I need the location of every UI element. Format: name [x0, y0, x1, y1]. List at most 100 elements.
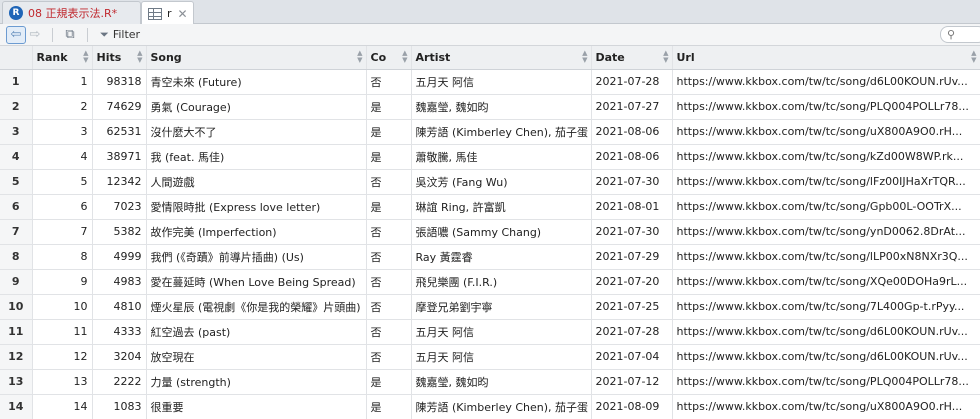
column-header-rank[interactable]: Rank ▲ ▼: [32, 46, 93, 70]
row-number-cell[interactable]: 10: [0, 294, 33, 320]
cell-song[interactable]: 勇氣 (Courage): [146, 94, 367, 120]
cell-artist[interactable]: 摩登兄弟劉宇寧: [411, 294, 592, 320]
row-number-cell[interactable]: 4: [0, 144, 33, 170]
cell-date[interactable]: 2021-07-29: [591, 244, 673, 270]
cell-hits[interactable]: 12342: [92, 169, 147, 195]
cell-url[interactable]: https://www.kkbox.com/tw/tc/song/lFz00IJ…: [672, 169, 980, 195]
column-header-date[interactable]: Date ▲ ▼: [591, 46, 673, 70]
cell-url[interactable]: https://www.kkbox.com/tw/tc/song/Gpb00L-…: [672, 194, 980, 220]
cell-rank[interactable]: 4: [32, 144, 93, 170]
table-row[interactable]: 1 1 98318 青空未來 (Future) 否五月天 阿信 2021-07-28 htt…: [0, 69, 980, 95]
cell-date[interactable]: 2021-07-04: [591, 344, 673, 370]
cell-url[interactable]: https://www.kkbox.com/tw/tc/song/d6L00KO…: [672, 319, 980, 345]
cell-artist[interactable]: 魏嘉瑩, 魏如昀: [411, 369, 592, 395]
cell-date[interactable]: 2021-07-28: [591, 69, 673, 95]
search-input[interactable]: ⚲: [940, 26, 980, 43]
cell-hits[interactable]: 7023: [92, 194, 147, 220]
cell-artist[interactable]: Ray 黃霆睿: [411, 244, 592, 270]
table-row[interactable]: 13 13 2222 力量 (strength) 是魏嘉瑩, 魏如昀 2021-07-12…: [0, 369, 980, 395]
cell-rank[interactable]: 11: [32, 319, 93, 345]
row-number-cell[interactable]: 9: [0, 269, 33, 295]
cell-hits[interactable]: 2222: [92, 369, 147, 395]
cell-date[interactable]: 2021-07-27: [591, 94, 673, 120]
table-row[interactable]: 5 5 12342 人間遊戲否吳汶芳 (Fang Wu) 2021-07-30 https…: [0, 169, 980, 195]
back-arrow-icon[interactable]: ⇦: [6, 25, 26, 44]
cell-hits[interactable]: 5382: [92, 219, 147, 245]
cell-co[interactable]: 是: [366, 194, 412, 220]
cell-hits[interactable]: 4810: [92, 294, 147, 320]
cell-rank[interactable]: 5: [32, 169, 93, 195]
close-tab-icon[interactable]: ✕: [178, 7, 188, 21]
row-number-cell[interactable]: 13: [0, 369, 33, 395]
cell-artist[interactable]: 陳芳語 (Kimberley Chen), 茄子蛋: [411, 119, 592, 145]
row-number-cell[interactable]: 7: [0, 219, 33, 245]
cell-rank[interactable]: 9: [32, 269, 93, 295]
cell-co[interactable]: 否: [366, 294, 412, 320]
cell-artist[interactable]: 張語噥 (Sammy Chang): [411, 219, 592, 245]
cell-date[interactable]: 2021-08-06: [591, 144, 673, 170]
cell-rank[interactable]: 13: [32, 369, 93, 395]
column-header-url[interactable]: Url ▲ ▼: [672, 46, 980, 70]
cell-co[interactable]: 否: [366, 344, 412, 370]
row-number-cell[interactable]: 8: [0, 244, 33, 270]
table-row[interactable]: 6 6 7023 愛情限時批 (Express love letter) 是琳誼 Rin…: [0, 194, 980, 220]
table-row[interactable]: 9 9 4983 愛在蔓延時 (When Love Being Spread) 否飛兒樂…: [0, 269, 980, 295]
cell-co[interactable]: 否: [366, 269, 412, 295]
cell-url[interactable]: https://www.kkbox.com/tw/tc/song/d6L00KO…: [672, 344, 980, 370]
cell-date[interactable]: 2021-07-30: [591, 169, 673, 195]
cell-hits[interactable]: 4333: [92, 319, 147, 345]
cell-date[interactable]: 2021-07-28: [591, 319, 673, 345]
cell-date[interactable]: 2021-08-01: [591, 194, 673, 220]
cell-hits[interactable]: 38971: [92, 144, 147, 170]
cell-song[interactable]: 我 (feat. 馬佳): [146, 144, 367, 170]
row-number-cell[interactable]: 6: [0, 194, 33, 220]
table-row[interactable]: 11 11 4333 紅空過去 (past) 否五月天 阿信 2021-07-28 http…: [0, 319, 980, 345]
cell-rank[interactable]: 10: [32, 294, 93, 320]
cell-co[interactable]: 否: [366, 169, 412, 195]
cell-artist[interactable]: 琳誼 Ring, 許富凱: [411, 194, 592, 220]
cell-song[interactable]: 放空現在: [146, 344, 367, 370]
cell-co[interactable]: 否: [366, 219, 412, 245]
table-row[interactable]: 7 7 5382 故作完美 (Imperfection) 否張語噥 (Sammy Cha…: [0, 219, 980, 245]
cell-url[interactable]: https://www.kkbox.com/tw/tc/song/kZd00W8…: [672, 144, 980, 170]
popout-window-icon[interactable]: ⧉: [61, 26, 79, 44]
row-number-cell[interactable]: 14: [0, 394, 33, 419]
cell-date[interactable]: 2021-08-06: [591, 119, 673, 145]
cell-date[interactable]: 2021-07-25: [591, 294, 673, 320]
cell-hits[interactable]: 4983: [92, 269, 147, 295]
cell-co[interactable]: 否: [366, 69, 412, 95]
cell-co[interactable]: 否: [366, 319, 412, 345]
cell-url[interactable]: https://www.kkbox.com/tw/tc/song/uX800A9…: [672, 394, 980, 419]
cell-hits[interactable]: 62531: [92, 119, 147, 145]
cell-url[interactable]: https://www.kkbox.com/tw/tc/song/ynD0062…: [672, 219, 980, 245]
cell-rank[interactable]: 6: [32, 194, 93, 220]
forward-arrow-icon[interactable]: ⇨: [26, 26, 44, 44]
cell-song[interactable]: 紅空過去 (past): [146, 319, 367, 345]
cell-hits[interactable]: 1083: [92, 394, 147, 419]
cell-song[interactable]: 力量 (strength): [146, 369, 367, 395]
row-number-cell[interactable]: 11: [0, 319, 33, 345]
cell-rank[interactable]: 14: [32, 394, 93, 419]
row-number-cell[interactable]: 2: [0, 94, 33, 120]
cell-artist[interactable]: 魏嘉瑩, 魏如昀: [411, 94, 592, 120]
table-row[interactable]: 8 8 4999 我們 (《奇蹟》前導片插曲) (Us) 否 Ray 黃霆睿 2021-07…: [0, 244, 980, 270]
cell-url[interactable]: https://www.kkbox.com/tw/tc/song/lLP00xN…: [672, 244, 980, 270]
cell-artist[interactable]: 飛兒樂團 (F.I.R.): [411, 269, 592, 295]
cell-url[interactable]: https://www.kkbox.com/tw/tc/song/XQe00DO…: [672, 269, 980, 295]
row-number-cell[interactable]: 3: [0, 119, 33, 145]
cell-artist[interactable]: 吳汶芳 (Fang Wu): [411, 169, 592, 195]
cell-song[interactable]: 煙火星辰 (電視劇《你是我的榮耀》片頭曲): [146, 294, 367, 320]
cell-artist[interactable]: 五月天 阿信: [411, 319, 592, 345]
cell-song[interactable]: 我們 (《奇蹟》前導片插曲) (Us): [146, 244, 367, 270]
cell-artist[interactable]: 五月天 阿信: [411, 344, 592, 370]
filter-button[interactable]: ⏷ Filter: [100, 28, 140, 42]
cell-rank[interactable]: 2: [32, 94, 93, 120]
cell-song[interactable]: 青空未來 (Future): [146, 69, 367, 95]
cell-url[interactable]: https://www.kkbox.com/tw/tc/song/PLQ004P…: [672, 369, 980, 395]
cell-date[interactable]: 2021-08-09: [591, 394, 673, 419]
cell-date[interactable]: 2021-07-30: [591, 219, 673, 245]
cell-url[interactable]: https://www.kkbox.com/tw/tc/song/PLQ004P…: [672, 94, 980, 120]
column-header-song[interactable]: Song ▲ ▼: [146, 46, 367, 70]
table-row[interactable]: 14 14 1083 很重要是陳芳語 (Kimberley Chen), 茄子蛋 202…: [0, 394, 980, 419]
cell-date[interactable]: 2021-07-20: [591, 269, 673, 295]
